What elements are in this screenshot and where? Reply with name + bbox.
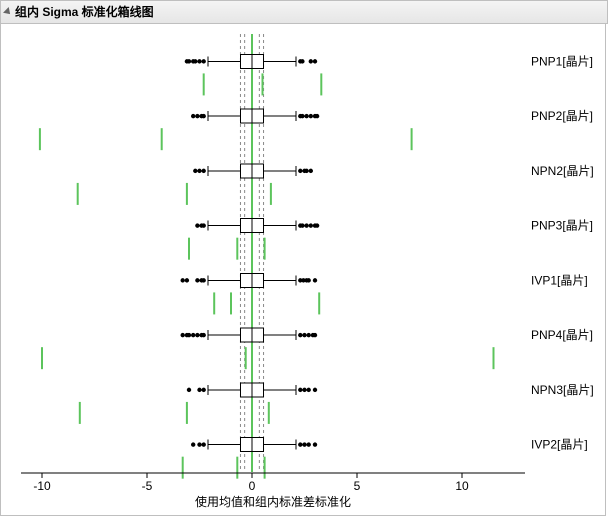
outlier	[185, 278, 189, 282]
outlier	[298, 169, 302, 173]
outlier	[202, 388, 206, 392]
outlier	[187, 333, 191, 337]
outlier	[309, 169, 313, 173]
outlier	[197, 442, 201, 446]
outlier	[202, 59, 206, 63]
outlier	[195, 114, 199, 118]
outlier	[202, 223, 206, 227]
outlier	[187, 388, 191, 392]
panel-title: 组内 Sigma 标准化箱线图	[15, 1, 154, 23]
outlier	[313, 442, 317, 446]
panel: 组内 Sigma 标准化箱线图 PNP1[晶片] PNP2[晶片] NPN2[晶片]…	[0, 0, 608, 516]
outlier	[191, 114, 195, 118]
outlier	[302, 333, 306, 337]
x-tick-label: 10	[455, 479, 469, 493]
boxplot-chart: PNP1[晶片] PNP2[晶片] NPN2[晶片] PNP3[晶片] IVP1[晶片]…	[1, 24, 605, 514]
outlier	[195, 223, 199, 227]
box-row	[78, 164, 313, 205]
x-tick-label: -10	[33, 479, 51, 493]
box-row	[181, 273, 320, 314]
row-label: NPN2[晶片]	[531, 164, 594, 178]
outlier	[195, 333, 199, 337]
outlier	[313, 388, 317, 392]
x-axis-label: 使用均值和组内标准差标准化	[195, 494, 351, 509]
row-label: PNP4[晶片]	[531, 328, 593, 342]
box-row	[40, 109, 412, 150]
x-tick-label: 5	[354, 479, 361, 493]
outlier	[304, 223, 308, 227]
outlier	[315, 223, 319, 227]
outlier	[195, 278, 199, 282]
outlier	[307, 333, 311, 337]
outlier	[300, 59, 304, 63]
outlier	[304, 114, 308, 118]
outlier	[315, 114, 319, 118]
outlier	[298, 442, 302, 446]
row-label: NPN3[晶片]	[531, 383, 594, 397]
outlier	[307, 442, 311, 446]
row-label: IVP2[晶片]	[531, 438, 588, 452]
outlier	[309, 114, 313, 118]
outlier	[313, 278, 317, 282]
disclosure-icon[interactable]	[3, 7, 13, 17]
outlier	[181, 333, 185, 337]
row-label: PNP2[晶片]	[531, 109, 593, 123]
outlier	[304, 169, 308, 173]
outlier	[193, 169, 197, 173]
plot-area: PNP1[晶片] PNP2[晶片] NPN2[晶片] PNP3[晶片] IVP1[晶片]…	[0, 24, 606, 516]
row-label: IVP1[晶片]	[531, 273, 588, 287]
outlier	[202, 169, 206, 173]
outlier	[197, 388, 201, 392]
box-row	[80, 383, 317, 424]
outlier	[197, 169, 201, 173]
outlier	[187, 59, 191, 63]
box-row	[189, 219, 319, 260]
outlier	[300, 114, 304, 118]
outlier	[202, 333, 206, 337]
outlier	[298, 333, 302, 337]
outlier	[313, 333, 317, 337]
outlier	[302, 388, 306, 392]
outlier	[302, 442, 306, 446]
outlier	[309, 59, 313, 63]
outlier	[298, 388, 302, 392]
outlier	[197, 59, 201, 63]
outlier	[202, 114, 206, 118]
row-label: PNP3[晶片]	[531, 219, 593, 233]
outlier	[313, 59, 317, 63]
outlier	[191, 442, 195, 446]
box-row	[42, 328, 494, 369]
outlier	[193, 59, 197, 63]
outlier	[309, 223, 313, 227]
outlier	[191, 333, 195, 337]
outlier	[202, 442, 206, 446]
x-tick-label: 0	[249, 479, 256, 493]
row-label: PNP1[晶片]	[531, 54, 593, 68]
outlier	[307, 388, 311, 392]
outlier	[300, 223, 304, 227]
outlier	[202, 278, 206, 282]
title-bar[interactable]: 组内 Sigma 标准化箱线图	[0, 0, 608, 24]
outlier	[181, 278, 185, 282]
x-tick-label: -5	[142, 479, 153, 493]
outlier	[307, 278, 311, 282]
